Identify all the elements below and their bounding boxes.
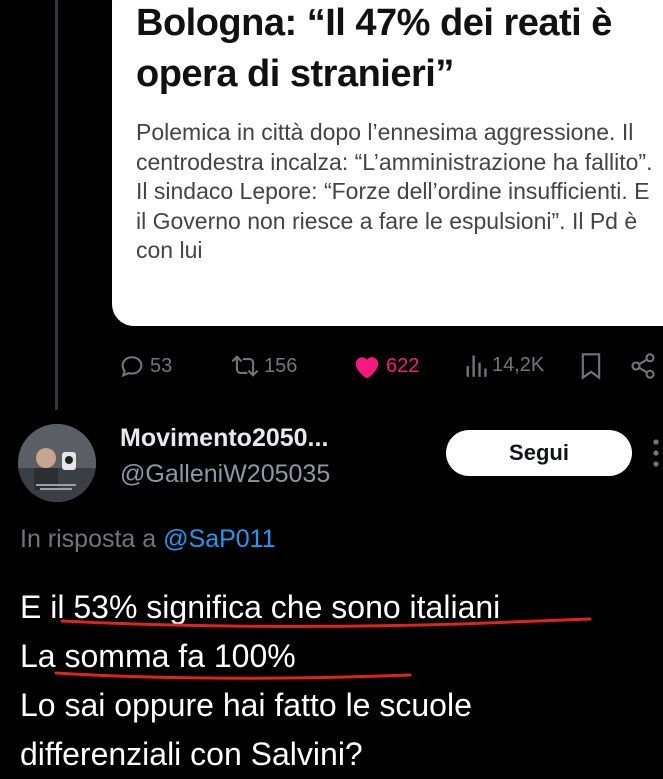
author-handle[interactable]: @GalleniW205035 bbox=[120, 460, 330, 489]
retweet-icon bbox=[231, 355, 259, 377]
reply-tweet-text: E il 53% significa che sono italiani La … bbox=[20, 583, 660, 779]
like-button[interactable]: 622 bbox=[352, 352, 419, 380]
reply-context-prefix: In risposta a bbox=[20, 525, 157, 553]
share-button[interactable] bbox=[628, 352, 658, 380]
avatar[interactable] bbox=[18, 424, 96, 502]
quoted-article-card[interactable]: Bologna: “Il 47% dei reati è opera di st… bbox=[112, 0, 663, 326]
retweet-button[interactable]: 156 bbox=[230, 352, 297, 380]
views-button[interactable]: 14,2K bbox=[464, 352, 544, 378]
views-count: 14,2K bbox=[492, 353, 545, 376]
share-icon bbox=[631, 353, 655, 379]
retweet-count: 156 bbox=[264, 354, 298, 377]
like-count: 622 bbox=[386, 354, 420, 377]
reply-icon bbox=[121, 356, 143, 378]
bookmark-button[interactable] bbox=[580, 352, 602, 380]
heart-icon bbox=[355, 357, 379, 379]
follow-button[interactable]: Segui bbox=[446, 430, 632, 476]
bookmark-icon bbox=[581, 353, 601, 380]
reply-button[interactable]: 53 bbox=[118, 352, 172, 380]
tweet-actions-bar: 53 156 622 14,2K bbox=[0, 346, 663, 386]
article-summary: Polemica in città dopo l’ennesima aggres… bbox=[136, 119, 653, 263]
more-vertical-icon[interactable] bbox=[652, 438, 660, 468]
tweet-line-4: differenziali con Salvini? bbox=[20, 736, 363, 772]
author-display-name[interactable]: Movimento2050... bbox=[120, 424, 328, 453]
avatar-image bbox=[18, 424, 96, 502]
article-title: Bologna: “Il 47% dei reati è opera di st… bbox=[136, 2, 612, 95]
tweet-line-1: E il 53% significa che sono italiani bbox=[20, 589, 501, 625]
reply-count: 53 bbox=[150, 354, 173, 377]
tweet-line-3: Lo sai oppure hai fatto le scuole bbox=[20, 687, 472, 723]
reply-context: In risposta a @SaP011 bbox=[20, 525, 276, 554]
reply-to-mention[interactable]: @SaP011 bbox=[163, 525, 276, 553]
tweet-line-2: La somma fa 100% bbox=[20, 638, 296, 674]
views-icon bbox=[466, 355, 487, 377]
reply-author-row: Movimento2050... @GalleniW205035 Segui bbox=[0, 418, 663, 508]
